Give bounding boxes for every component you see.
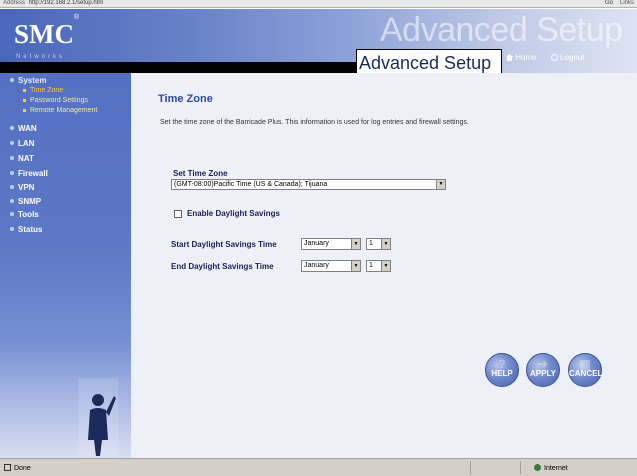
end-month-select[interactable]: January ▼ (301, 260, 361, 272)
address-input[interactable]: http://192.168.2.1/setup.htm (29, 0, 104, 7)
chevron-down-icon[interactable]: ▼ (351, 239, 360, 249)
status-divider (470, 461, 471, 474)
cancel-button-label: CANCEL (569, 369, 603, 378)
start-day-value: 1 (369, 240, 373, 247)
bullet-icon (10, 185, 14, 189)
sidebar-subitem-time-zone[interactable]: Time Zone (23, 87, 64, 94)
bullet-icon (10, 227, 14, 231)
cancel-button[interactable]: ▦ CANCEL (568, 353, 602, 387)
help-button[interactable]: ? HELP (485, 353, 519, 387)
brand-text: SMC (14, 19, 74, 49)
security-zone: Internet (534, 464, 568, 472)
daylight-savings-label: Enable Daylight Savings (187, 209, 280, 218)
sidebar-item-tools[interactable]: Tools (10, 210, 39, 219)
zone-text: Internet (544, 465, 568, 472)
sidebar-item-nat[interactable]: NAT (10, 154, 34, 163)
page-icon (4, 464, 11, 471)
sidebar-item-wan[interactable]: WAN (10, 124, 37, 133)
bullet-icon (10, 171, 14, 175)
go-button[interactable]: Go (605, 0, 613, 7)
logout-icon (550, 54, 558, 61)
header-watermark-title: Advanced Setup (380, 11, 623, 49)
page-header: SMC® Networks Advanced Setup Advanced Se… (0, 9, 637, 73)
bullet-icon (10, 126, 14, 130)
chevron-down-icon[interactable]: ▼ (351, 261, 360, 271)
time-zone-select[interactable]: (GMT-08:00)Pacific Time (US & Canada); T… (171, 179, 446, 190)
apply-button[interactable]: ➔ APPLY (526, 353, 560, 387)
links-button[interactable]: Links (620, 0, 634, 7)
header-links: Home Logout (506, 53, 597, 62)
sidebar-subitem-label: Remote Management (30, 107, 98, 114)
home-icon (506, 54, 513, 61)
set-time-zone-label: Set Time Zone (173, 169, 228, 178)
start-day-select[interactable]: 1 ▼ (366, 238, 391, 250)
sidebar-item-label: System (18, 76, 47, 85)
sidebar-subitem-label: Time Zone (30, 87, 64, 94)
bullet-icon (23, 89, 26, 92)
bullet-icon (23, 109, 26, 112)
start-month-value: January (304, 240, 329, 247)
address-bar: Address http://192.168.2.1/setup.htm Go … (0, 0, 637, 8)
sidebar-subitem-password-settings[interactable]: Password Settings (23, 97, 88, 104)
status-text: Done (14, 465, 31, 472)
header-title: Advanced Setup (359, 53, 492, 73)
bullet-icon (10, 78, 14, 82)
sidebar-item-snmp[interactable]: SNMP (10, 197, 42, 206)
sidebar-item-status[interactable]: Status (10, 225, 43, 234)
brand-mark: ® (74, 14, 80, 21)
sidebar-item-label: WAN (18, 124, 37, 133)
browser-window: Address http://192.168.2.1/setup.htm Go … (0, 0, 637, 476)
header-black-bar (0, 62, 356, 73)
sidebar-item-label: Status (18, 225, 43, 234)
bullet-icon (10, 212, 14, 216)
chevron-down-icon[interactable]: ▼ (436, 180, 445, 189)
home-link[interactable]: Home (506, 53, 545, 62)
globe-icon (534, 464, 541, 471)
help-button-label: HELP (491, 369, 513, 378)
page-description: Set the time zone of the Barricade Plus.… (160, 119, 469, 126)
page-title: Time Zone (158, 93, 213, 105)
end-dst-label: End Daylight Savings Time (171, 262, 274, 271)
sidebar-item-vpn[interactable]: VPN (10, 183, 35, 192)
bullet-icon (10, 199, 14, 203)
sidebar-item-lan[interactable]: LAN (10, 139, 35, 148)
chevron-down-icon[interactable]: ▼ (381, 239, 390, 249)
bullet-icon (10, 141, 14, 145)
apply-button-label: APPLY (530, 369, 556, 378)
sidebar-item-label: VPN (18, 183, 35, 192)
end-day-select[interactable]: 1 ▼ (366, 260, 391, 272)
logout-label: Logout (560, 53, 585, 62)
sidebar-item-label: Firewall (18, 169, 48, 178)
bullet-icon (23, 99, 26, 102)
chevron-down-icon[interactable]: ▼ (381, 261, 390, 271)
status-left: Done (4, 464, 31, 472)
logout-link[interactable]: Logout (550, 53, 591, 62)
time-zone-value: (GMT-08:00)Pacific Time (US & Canada); T… (174, 181, 328, 188)
sidebar-subitem-remote-management[interactable]: Remote Management (23, 107, 98, 114)
start-month-select[interactable]: January ▼ (301, 238, 361, 250)
header-title-box: Advanced Setup (356, 49, 502, 73)
end-month-value: January (304, 262, 329, 269)
sidebar-item-label: Tools (18, 210, 39, 219)
sidebar-item-system[interactable]: System (10, 76, 47, 85)
bullet-icon (10, 156, 14, 160)
sidebar-item-label: SNMP (18, 197, 42, 206)
address-label: Address (3, 0, 26, 6)
daylight-savings-checkbox[interactable] (174, 210, 182, 218)
smc-logo: SMC® (14, 14, 79, 50)
status-bar: Done Internet (0, 458, 637, 476)
start-dst-label: Start Daylight Savings Time (171, 240, 277, 249)
person-silhouette-image (78, 378, 118, 458)
brand-sub: Networks (16, 54, 66, 60)
end-day-value: 1 (369, 262, 373, 269)
main-content: Time Zone Set the time zone of the Barri… (131, 73, 637, 458)
sidebar: System Time Zone Password Settings Remot… (0, 73, 131, 458)
sidebar-subitem-label: Password Settings (30, 97, 88, 104)
sidebar-item-firewall[interactable]: Firewall (10, 169, 48, 178)
sidebar-item-label: NAT (18, 154, 34, 163)
home-label: Home (515, 53, 537, 62)
sidebar-item-label: LAN (18, 139, 35, 148)
status-divider (520, 461, 521, 474)
